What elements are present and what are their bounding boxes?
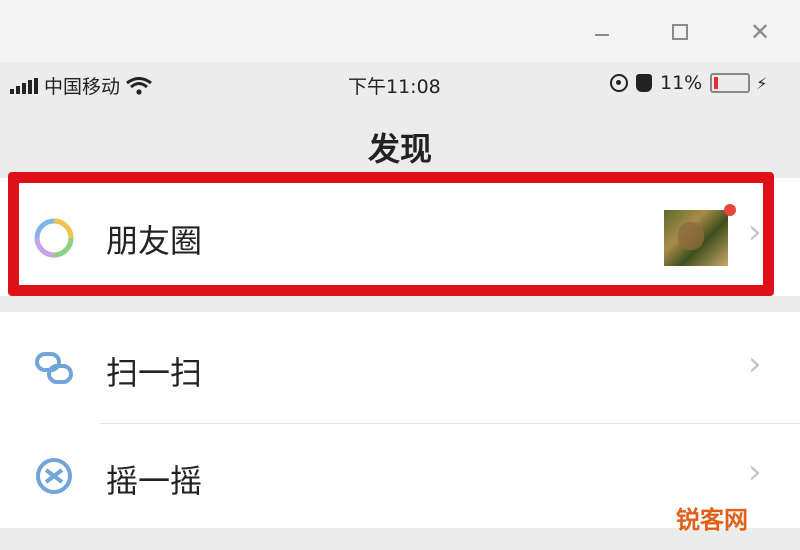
wifi-icon	[126, 76, 152, 95]
close-button[interactable]: ✕	[742, 14, 778, 50]
chevron-right-icon: ›	[748, 344, 762, 384]
battery-icon	[710, 73, 751, 93]
chevron-right-icon: ›	[748, 452, 762, 492]
location-icon	[610, 74, 628, 92]
battery-percent: 11%	[660, 72, 703, 94]
moments-thumbnail	[664, 210, 728, 266]
carrier-label: 中国移动	[44, 76, 121, 98]
close-icon: ✕	[749, 18, 771, 46]
watermark: 锐客网	[676, 506, 748, 534]
battery-fill	[714, 77, 719, 89]
list-item-label: 扫一扫	[106, 354, 203, 392]
list-item-scan[interactable]: 扫一扫 ›	[0, 312, 800, 424]
charging-icon: ⚡	[756, 73, 768, 93]
list-item-label: 朋友圈	[106, 222, 203, 260]
status-bar: 中国移动 下午11:08 11% ⚡	[0, 62, 800, 108]
minimize-button[interactable]	[584, 14, 620, 50]
shake-icon	[36, 458, 72, 494]
unread-badge	[724, 204, 736, 216]
signal-icon	[10, 77, 38, 94]
maximize-icon	[672, 24, 688, 40]
scan-icon	[35, 352, 73, 384]
moments-icon	[34, 218, 74, 258]
status-right: 11% ⚡	[610, 72, 767, 94]
alarm-icon	[636, 74, 652, 92]
maximize-button[interactable]	[662, 14, 698, 50]
list-item-moments[interactable]: 朋友圈 ›	[0, 178, 800, 296]
window-titlebar: ✕	[0, 0, 800, 62]
nav-bar: 发现	[0, 108, 800, 172]
status-left: 中国移动	[10, 72, 152, 99]
list-item-label: 摇一摇	[106, 462, 203, 500]
chevron-right-icon: ›	[748, 212, 762, 252]
status-time: 下午11:08	[348, 76, 441, 98]
minimize-icon	[595, 34, 609, 36]
page-title: 发现	[367, 130, 432, 168]
